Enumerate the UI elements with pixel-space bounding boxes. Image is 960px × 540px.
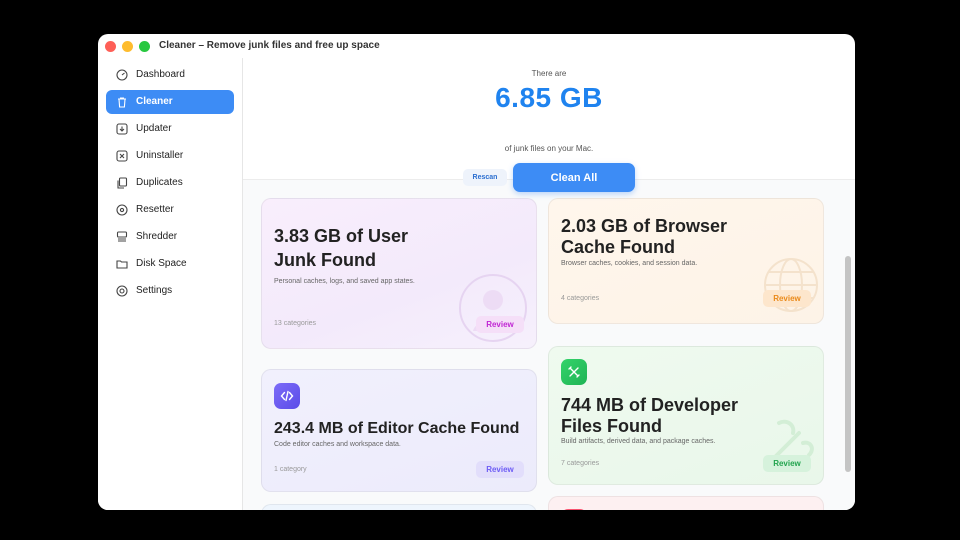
dashboard-icon [116,69,128,81]
editor-cache-card: 243.4 MB of Editor Cache Found Code edit… [261,369,537,492]
sidebar-item-label: Dashboard [136,69,185,80]
sidebar-item-updater[interactable]: Updater [106,117,234,141]
browser-cache-description: Browser caches, cookies, and session dat… [561,260,698,267]
grid-icon [561,509,587,510]
sidebar-item-label: Disk Space [136,258,187,269]
close-window-button[interactable] [105,41,116,52]
browser-cache-review-button[interactable]: Review [763,290,811,307]
sidebar-item-settings[interactable]: Settings [106,279,234,303]
editor-cache-category-count: 1 category [274,466,307,473]
trash-icon [116,96,128,108]
developer-files-description: Build artifacts, derived data, and packa… [561,438,716,445]
sidebar-item-label: Cleaner [136,96,173,107]
user-junk-card: 3.83 GB of User Junk Found Personal cach… [261,198,537,349]
sidebar-item-resetter[interactable]: Resetter [106,198,234,222]
summary-posttext: of junk files on your Mac. [504,144,594,153]
editor-cache-review-button[interactable]: Review [476,461,524,478]
clean-all-button[interactable]: Clean All [513,163,635,192]
browser-cache-category-count: 4 categories [561,295,600,302]
copy-icon [116,177,128,189]
browser-cache-card: 2.03 GB of Browser Cache Found Browser c… [548,198,824,324]
gear-icon [116,285,128,297]
sidebar-item-cleaner[interactable]: Cleaner [106,90,234,114]
summary-pretext: There are [531,69,567,78]
apps-card [548,496,824,510]
sidebar-item-label: Resetter [136,204,174,215]
sidebar-item-label: Duplicates [136,177,183,188]
developer-files-title-line2: Files Found [561,416,662,436]
sidebar-item-shredder[interactable]: Shredder [106,225,234,249]
shredder-icon [116,231,128,243]
user-junk-title-line2: Junk Found [274,250,376,270]
summary-header: There are 6.85 GB of junk files on your … [243,58,855,192]
editor-cache-description: Code editor caches and workspace data. [274,441,401,448]
user-junk-review-button[interactable]: Review [476,316,524,333]
editor-cache-title: 243.4 MB of Editor Cache Found [274,420,520,437]
developer-files-card: 744 MB of Developer Files Found Build ar… [548,346,824,485]
main-content: There are 6.85 GB of junk files on your … [243,58,855,510]
sidebar-item-label: Settings [136,285,173,296]
scrollbar-thumb[interactable] [845,256,851,472]
sidebar-item-uninstaller[interactable]: Uninstaller [106,144,234,168]
sidebar-item-duplicates[interactable]: Duplicates [106,171,234,195]
minimize-window-button[interactable] [122,41,133,52]
developer-files-category-count: 7 categories [561,460,600,467]
developer-files-review-button[interactable]: Review [763,455,811,472]
title-bar: Cleaner – Remove junk files and free up … [98,34,855,58]
download-icon [116,123,128,135]
code-icon [274,383,300,409]
browser-cache-title-line2: Cache Found [561,237,676,257]
window-title: Cleaner – Remove junk files and free up … [159,40,380,51]
system-card [261,504,537,510]
user-junk-description: Personal caches, logs, and saved app sta… [274,278,415,285]
sidebar: Dashboard Cleaner Updater Uninstaller Du… [98,58,243,510]
folder-icon [116,258,128,270]
sidebar-item-label: Uninstaller [136,150,184,161]
app-window: Cleaner – Remove junk files and free up … [98,34,855,510]
sidebar-item-dashboard[interactable]: Dashboard [106,63,234,87]
junk-total: 6.85 GB [495,82,603,113]
x-box-icon [116,150,128,162]
zoom-window-button[interactable] [139,41,150,52]
browser-cache-title-line1: 2.03 GB of Browser [561,216,728,236]
reset-icon [116,204,128,216]
sidebar-item-label: Updater [136,123,172,134]
user-junk-category-count: 13 categories [274,320,317,327]
user-junk-title-line1: 3.83 GB of User [274,226,409,246]
tools-icon [561,359,587,385]
developer-files-title-line1: 744 MB of Developer [561,395,739,415]
sidebar-item-disk-space[interactable]: Disk Space [106,252,234,276]
sidebar-item-label: Shredder [136,231,178,242]
rescan-button[interactable]: Rescan [463,169,507,186]
